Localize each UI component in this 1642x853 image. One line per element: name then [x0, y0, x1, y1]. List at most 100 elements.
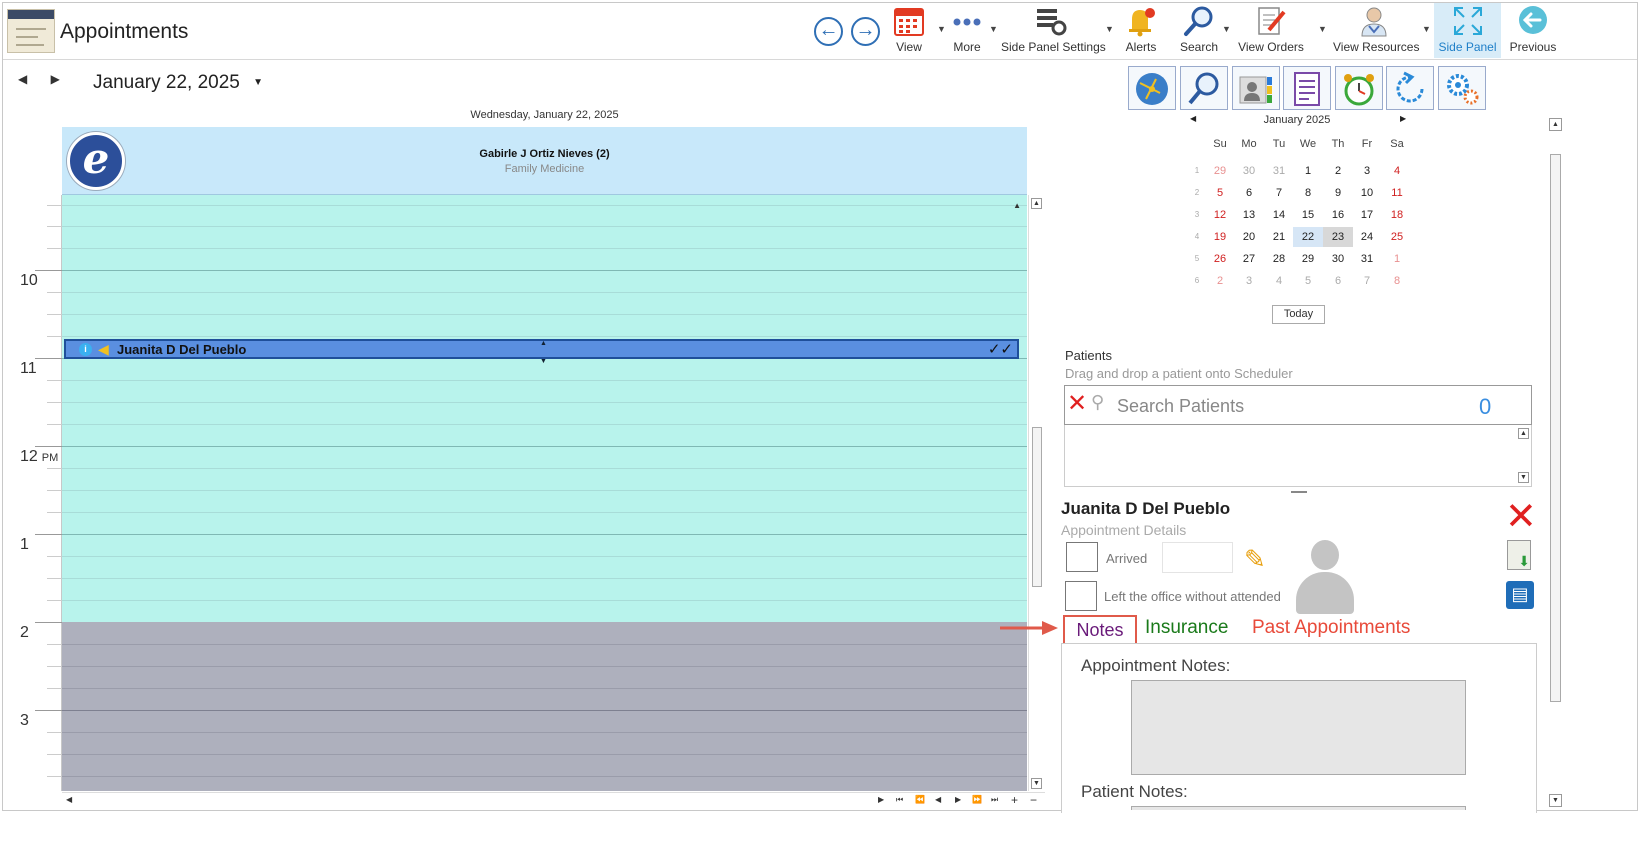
side-panel-settings-button[interactable]: Side Panel Settings: [1001, 4, 1106, 56]
globe-network-icon[interactable]: [1128, 66, 1176, 110]
calendar-day[interactable]: 2: [1323, 161, 1353, 181]
calendar-day[interactable]: 3: [1234, 271, 1264, 291]
calendar-day[interactable]: 30: [1234, 161, 1264, 181]
scroll-thumb[interactable]: [1032, 427, 1042, 587]
calendar-day[interactable]: 12: [1205, 205, 1235, 225]
scroll-up-icon[interactable]: ▲: [1013, 201, 1021, 210]
calendar-day[interactable]: 15: [1293, 205, 1323, 225]
patient-notes-field[interactable]: [1131, 806, 1466, 810]
calendar-day[interactable]: 5: [1293, 271, 1323, 291]
scroll-up-icon[interactable]: ▲: [1031, 198, 1042, 209]
first-page-icon[interactable]: ⏮: [896, 795, 903, 805]
calendar-day[interactable]: 3: [1352, 161, 1382, 181]
calendar-day[interactable]: 25: [1382, 227, 1412, 247]
alerts-button[interactable]: Alerts: [1121, 4, 1161, 56]
calendar-day[interactable]: 24: [1352, 227, 1382, 247]
left-office-checkbox[interactable]: [1065, 581, 1097, 611]
today-button[interactable]: Today: [1272, 305, 1325, 324]
next-page-icon[interactable]: ⏩: [972, 795, 982, 804]
scroll-down-icon[interactable]: ▼: [1549, 794, 1562, 807]
calendar-day[interactable]: 18: [1382, 205, 1412, 225]
resize-handle[interactable]: ▲ ▼: [540, 339, 547, 365]
zoom-out-icon[interactable]: −: [1030, 793, 1037, 807]
checklist-icon[interactable]: [1283, 66, 1331, 110]
close-icon[interactable]: ✕: [1505, 497, 1537, 537]
pencil-icon[interactable]: ✎: [1244, 544, 1266, 575]
patient-list[interactable]: ▲ ▼: [1064, 425, 1532, 487]
more-button[interactable]: More: [947, 4, 987, 56]
gears-icon[interactable]: [1438, 66, 1486, 110]
appointment-block[interactable]: i ◀ Juanita D Del Pueblo ▲ ▼ ✓✓: [64, 339, 1019, 365]
tab-insurance[interactable]: Insurance: [1145, 617, 1228, 639]
calendar-day[interactable]: 16: [1323, 205, 1353, 225]
scheduler-horizontal-scrollbar[interactable]: ◀ ▶ ⏮ ⏪ ◀ ▶ ⏩ ⏭ + −: [62, 792, 1045, 807]
calendar-day[interactable]: 27: [1234, 249, 1264, 269]
previous-button[interactable]: Previous: [1509, 4, 1557, 56]
splitter-grip[interactable]: [1291, 491, 1307, 493]
view-resources-button[interactable]: View Resources: [1333, 4, 1419, 56]
tab-past-appointments[interactable]: Past Appointments: [1252, 617, 1410, 639]
calendar-day[interactable]: 28: [1264, 249, 1294, 269]
scroll-up-icon[interactable]: ▲: [1518, 428, 1529, 439]
calendar-day[interactable]: 19: [1205, 227, 1235, 247]
alarm-clock-icon[interactable]: [1335, 66, 1383, 110]
calendar-day[interactable]: 7: [1264, 183, 1294, 203]
chevron-down-icon[interactable]: ▼: [1422, 24, 1431, 34]
scheduler-vertical-scrollbar[interactable]: ▲ ▼: [1028, 195, 1044, 791]
document-download-icon[interactable]: ⬇: [1507, 540, 1531, 570]
calendar-day[interactable]: 26: [1205, 249, 1235, 269]
clear-icon[interactable]: ✕: [1067, 391, 1087, 417]
calendar-day[interactable]: 23: [1323, 227, 1353, 247]
date-picker[interactable]: January 22, 2025 ▼: [93, 72, 263, 94]
arrow-left-circle-icon[interactable]: ←: [814, 17, 843, 46]
calendar-day[interactable]: 9: [1323, 183, 1353, 203]
chevron-down-icon[interactable]: ▼: [1318, 24, 1327, 34]
patient-search-field[interactable]: ✕ ⚲ Search Patients 0: [1064, 385, 1532, 425]
info-icon[interactable]: i: [79, 343, 92, 356]
scroll-right-icon[interactable]: ▶: [878, 795, 884, 804]
calendar-day[interactable]: 4: [1382, 161, 1412, 181]
contact-card-icon[interactable]: [1232, 66, 1280, 110]
calendar-day[interactable]: 8: [1293, 183, 1323, 203]
calendar-day[interactable]: 11: [1382, 183, 1412, 203]
calendar-day[interactable]: 13: [1234, 205, 1264, 225]
search-button[interactable]: Search: [1179, 4, 1219, 56]
calendar-day[interactable]: 8: [1382, 271, 1412, 291]
view-button[interactable]: View: [889, 4, 929, 56]
prev-day-icon[interactable]: ◀: [18, 72, 27, 86]
prev-page-icon[interactable]: ⏪: [915, 795, 925, 804]
calendar-day[interactable]: 5: [1205, 183, 1235, 203]
appointment-notes-field[interactable]: [1131, 680, 1466, 775]
calendar-day[interactable]: 7: [1352, 271, 1382, 291]
side-panel-button[interactable]: Side Panel: [1434, 3, 1501, 58]
scroll-down-icon[interactable]: ▼: [1031, 778, 1042, 789]
calendar-day[interactable]: 30: [1323, 249, 1353, 269]
arrived-checkbox[interactable]: [1066, 542, 1098, 572]
calendar-day[interactable]: 6: [1234, 183, 1264, 203]
refresh-icon[interactable]: [1386, 66, 1434, 110]
calendar-day[interactable]: 22: [1293, 227, 1323, 247]
scroll-left-icon[interactable]: ◀: [66, 795, 72, 804]
zoom-in-icon[interactable]: +: [1011, 793, 1018, 807]
calendar-day[interactable]: 6: [1323, 271, 1353, 291]
next-day-icon[interactable]: ▶: [51, 72, 60, 86]
scroll-up-icon[interactable]: ▲: [1549, 118, 1562, 131]
scroll-thumb[interactable]: [1550, 154, 1561, 702]
calendar-day[interactable]: 2: [1205, 271, 1235, 291]
side-panel-scrollbar[interactable]: ▲ ▼: [1548, 118, 1563, 810]
day-grid[interactable]: ▲: [62, 195, 1027, 791]
next-icon[interactable]: ▶: [955, 795, 961, 804]
arrow-right-circle-icon[interactable]: →: [851, 17, 880, 46]
last-page-icon[interactable]: ⏭: [991, 795, 998, 805]
calendar-day[interactable]: 14: [1264, 205, 1294, 225]
scroll-down-icon[interactable]: ▼: [1518, 472, 1529, 483]
printer-icon[interactable]: ▤: [1506, 581, 1534, 609]
chevron-down-icon[interactable]: ▼: [989, 24, 998, 34]
calendar-day[interactable]: 29: [1205, 161, 1235, 181]
calendar-day[interactable]: 20: [1234, 227, 1264, 247]
chevron-down-icon[interactable]: ▼: [1105, 24, 1114, 34]
chevron-down-icon[interactable]: ▼: [253, 77, 263, 88]
calendar-day[interactable]: 31: [1264, 161, 1294, 181]
calendar-day[interactable]: 1: [1293, 161, 1323, 181]
next-month-icon[interactable]: ▶: [1400, 114, 1406, 123]
